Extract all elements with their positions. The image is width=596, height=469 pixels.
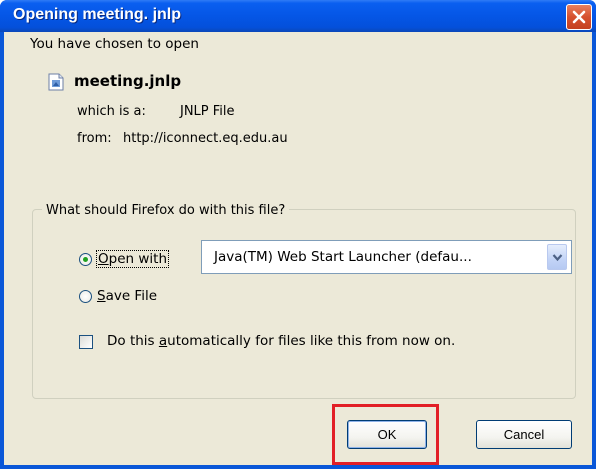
title-bar[interactable]: Opening meeting. jnlp — [0, 0, 596, 32]
ok-button[interactable]: OK — [347, 420, 427, 449]
file-name: meeting.jnlp — [74, 72, 182, 90]
application-select-dropdown-button[interactable] — [547, 244, 567, 270]
close-button[interactable] — [566, 4, 592, 30]
open-with-label-rest: pen with — [108, 251, 168, 267]
auto-action-label-prefix: Do this — [107, 333, 159, 349]
window-title: Opening meeting. jnlp — [13, 6, 181, 23]
file-icon — [48, 73, 64, 91]
cancel-button[interactable]: Cancel — [476, 420, 572, 449]
file-source-url: http://iconnect.eq.edu.au — [123, 131, 288, 146]
save-file-label-rest: ave File — [105, 288, 158, 304]
application-select-value: Java(TM) Web Start Launcher (defau... — [214, 249, 472, 265]
file-source-label: from: — [77, 131, 112, 146]
dialog-heading: You have chosen to open — [30, 36, 199, 52]
application-select[interactable]: Java(TM) Web Start Launcher (defau... — [201, 240, 572, 274]
file-type-value: JNLP File — [180, 104, 235, 119]
radio-selected-dot — [83, 257, 88, 262]
action-groupbox-legend: What should Firefox do with this file? — [42, 203, 290, 218]
open-with-label[interactable]: Open with — [95, 250, 170, 268]
auto-action-label[interactable]: Do this automatically for files like thi… — [107, 333, 455, 349]
save-file-label[interactable]: Save File — [97, 288, 157, 304]
action-groupbox — [32, 209, 576, 399]
auto-action-label-rest: utomatically for files like this from no… — [167, 333, 456, 349]
save-file-radio[interactable] — [79, 290, 92, 303]
auto-action-checkbox[interactable] — [79, 335, 93, 349]
close-icon — [572, 10, 586, 24]
open-with-radio[interactable] — [79, 253, 92, 266]
file-type-label: which is a: — [77, 104, 146, 119]
auto-action-mnemonic: a — [158, 333, 168, 349]
open-with-mnemonic: O — [98, 251, 109, 267]
chevron-down-icon — [552, 254, 563, 262]
save-file-mnemonic: S — [97, 288, 106, 304]
